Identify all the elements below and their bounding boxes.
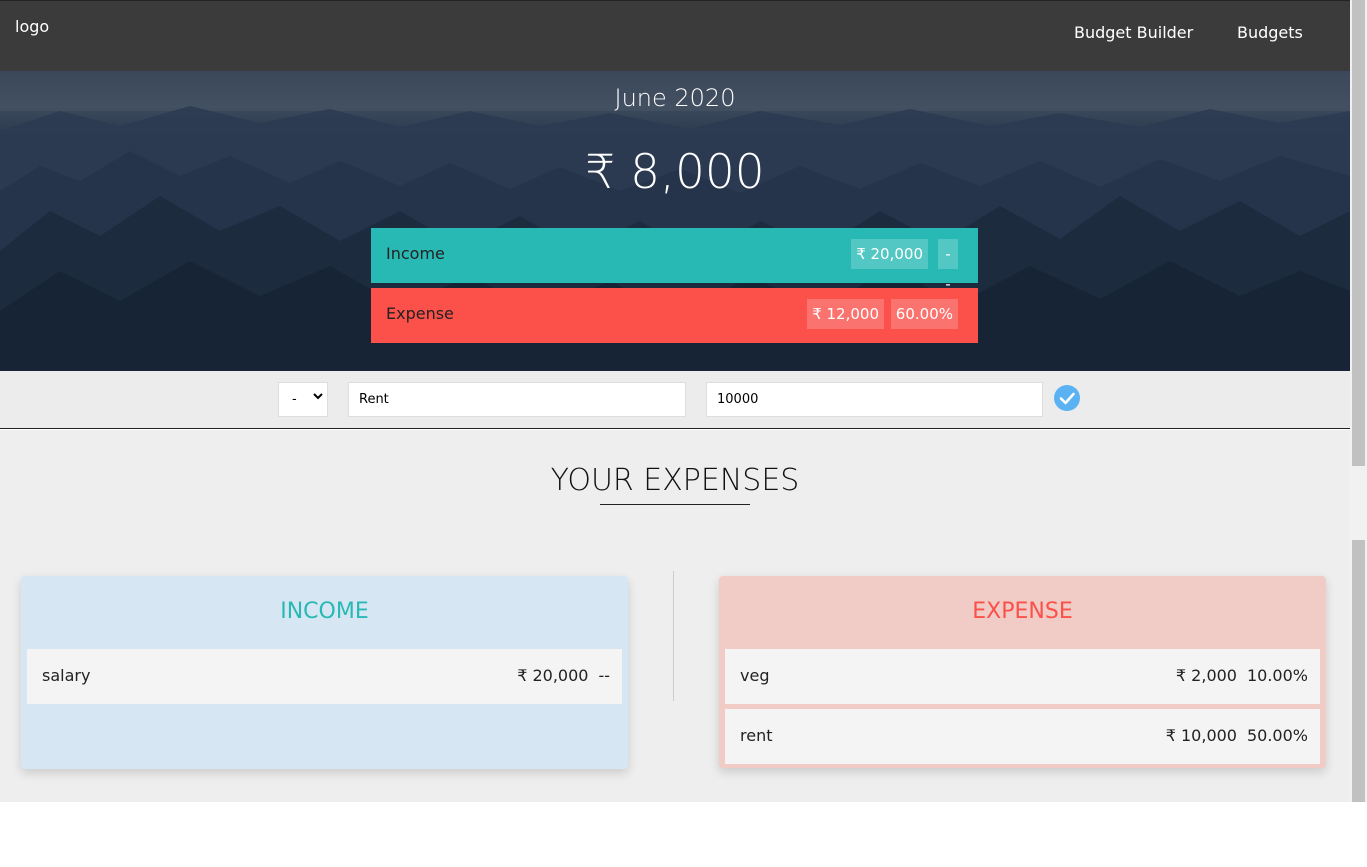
expense-panel: EXPENSE veg ₹ 2,000 10.00% rent ₹ 10,000 5…: [719, 576, 1326, 768]
expense-summary-label: Expense: [386, 304, 454, 323]
type-select-value: -: [292, 392, 297, 407]
available-budget: ₹ 8,000: [585, 145, 765, 200]
expense-item-percent: 50.00%: [1246, 726, 1308, 745]
section-title: YOUR EXPENSES: [550, 463, 800, 498]
title-underline: [600, 504, 750, 505]
income-item-percent: --: [598, 666, 610, 685]
income-item-values: ₹ 20,000 --: [517, 666, 610, 685]
expense-summary-percent: 60.00%: [890, 299, 958, 329]
income-summary-amount: ₹ 20,000: [851, 239, 928, 269]
income-summary-bar: Income ₹ 20,000 --: [371, 228, 978, 293]
income-item-name: salary: [42, 666, 91, 685]
check-circle-icon[interactable]: [1053, 384, 1081, 412]
column-divider: [673, 571, 674, 701]
scrollbar-thumb[interactable]: [1352, 0, 1365, 466]
expense-panel-title: EXPENSE: [972, 599, 1073, 624]
navbar: logo Budget Builder Budgets: [0, 0, 1350, 71]
income-panel: INCOME salary ₹ 20,000 --: [21, 576, 628, 769]
budget-hero: June 2020 ₹ 8,000 Income ₹ 20,000 -- Exp…: [0, 71, 1350, 371]
expense-item-amount: ₹ 2,000: [1175, 666, 1237, 685]
income-item-amount: ₹ 20,000: [517, 666, 589, 685]
expense-item-name: veg: [740, 666, 770, 685]
nav-link-budget-builder[interactable]: Budget Builder: [1074, 23, 1193, 42]
expense-summary-amount: ₹ 12,000: [807, 299, 884, 329]
income-list-item[interactable]: salary ₹ 20,000 --: [27, 649, 622, 704]
value-input[interactable]: 10000: [706, 382, 1043, 417]
expense-summary-bar: Expense ₹ 12,000 60.00%: [371, 288, 978, 343]
description-input[interactable]: Rent: [348, 382, 686, 417]
income-summary-label: Income: [386, 244, 445, 263]
logo[interactable]: logo: [15, 17, 49, 36]
type-select[interactable]: -: [278, 382, 328, 417]
scrollbar-track-lower[interactable]: [1352, 540, 1365, 802]
expense-list-item[interactable]: veg ₹ 2,000 10.00%: [725, 649, 1320, 704]
expense-list-item[interactable]: rent ₹ 10,000 50.00%: [725, 709, 1320, 764]
expense-item-percent: 10.00%: [1246, 666, 1308, 685]
page-scrollbar[interactable]: [1350, 0, 1367, 802]
chevron-down-icon: [313, 393, 323, 400]
expense-item-values: ₹ 2,000 10.00%: [1176, 666, 1308, 685]
expense-item-values: ₹ 10,000 50.00%: [1166, 726, 1308, 745]
nav-link-budgets[interactable]: Budgets: [1237, 23, 1303, 42]
expense-item-name: rent: [740, 726, 773, 745]
expense-item-amount: ₹ 10,000: [1165, 726, 1237, 745]
page: logo Budget Builder Budgets June 2020 ₹ …: [0, 0, 1350, 867]
add-item-bar: - Rent 10000: [0, 371, 1350, 429]
income-summary-percent: --: [938, 239, 958, 293]
income-panel-title: INCOME: [280, 599, 369, 624]
budget-month: June 2020: [614, 84, 736, 112]
